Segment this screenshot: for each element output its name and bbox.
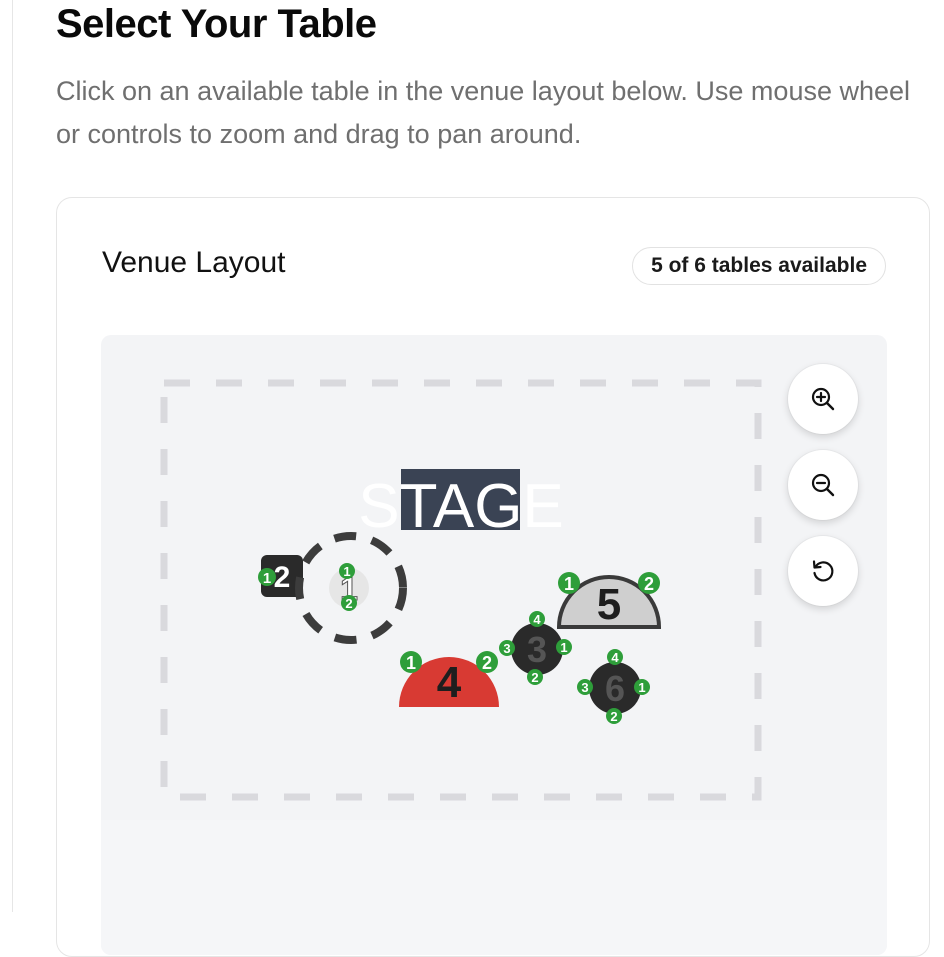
table-6-number: 6 — [605, 668, 625, 709]
seat-label: 4 — [533, 612, 541, 627]
table-5-number: 5 — [597, 580, 621, 629]
table-1[interactable]: 1 1 2 — [295, 532, 407, 644]
venue-boundary — [160, 379, 762, 801]
seat-label: 3 — [503, 641, 510, 656]
left-border — [12, 0, 13, 912]
availability-badge: 5 of 6 tables available — [632, 247, 886, 285]
seat-label: 2 — [531, 670, 538, 685]
seat-label: 1 — [638, 680, 645, 695]
seat-label: 2 — [482, 653, 492, 673]
seat-label: 1 — [406, 653, 416, 673]
seat-label: 2 — [345, 596, 352, 611]
seat-label: 1 — [263, 570, 271, 587]
table-5[interactable]: 5 1 2 — [556, 572, 662, 629]
venue-card: Venue Layout 5 of 6 tables available STA… — [56, 197, 930, 957]
seat-label: 3 — [581, 680, 588, 695]
table-2-number: 2 — [274, 561, 291, 594]
table-3-number: 3 — [527, 629, 547, 670]
seat-label: 4 — [611, 650, 619, 665]
seat-label: 1 — [560, 640, 567, 655]
page-title: Select Your Table — [56, 2, 377, 46]
instructions-text: Click on an available table in the venue… — [56, 76, 911, 149]
table-6[interactable]: 6 1 2 3 4 — [577, 649, 650, 724]
zoom-in-icon — [811, 387, 835, 411]
seat-label: 2 — [644, 574, 654, 594]
zoom-out-button[interactable] — [788, 450, 858, 520]
venue-map[interactable]: STAGE 2 1 1 1 2 4 1 2 3 1 2 3 4 5 1 2 6 … — [101, 335, 887, 955]
table-4: 4 1 2 — [399, 651, 499, 707]
stage: STAGE — [358, 469, 564, 541]
seat-label: 1 — [343, 564, 350, 579]
reset-view-button[interactable] — [788, 536, 858, 606]
stage-label: STAGE — [358, 472, 564, 541]
venue-layout-title: Venue Layout — [102, 246, 286, 279]
zoom-in-button[interactable] — [788, 364, 858, 434]
venue-canvas[interactable]: STAGE 2 1 1 1 2 4 1 2 3 1 2 3 4 5 1 2 6 … — [101, 335, 887, 955]
reset-icon — [812, 560, 834, 582]
seat-label: 2 — [610, 709, 617, 724]
seat-label: 1 — [564, 574, 574, 594]
zoom-out-icon — [811, 473, 835, 497]
table-4-number: 4 — [437, 658, 462, 707]
